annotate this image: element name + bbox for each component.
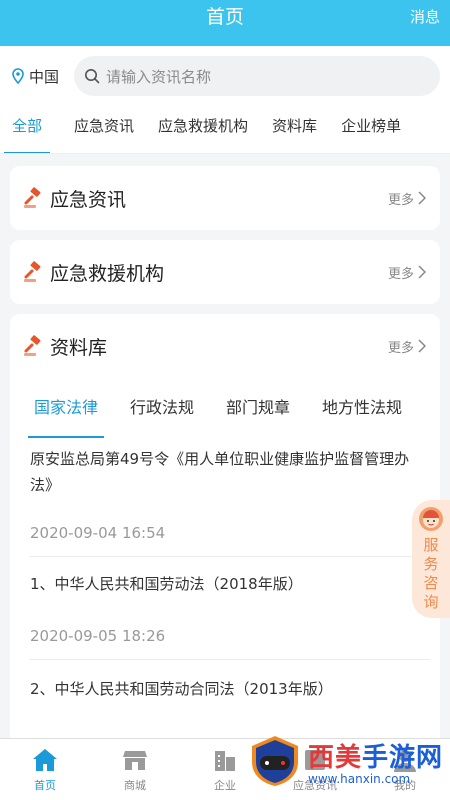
news-title: 2、中华人民共和国劳动合同法（2013年版） <box>30 680 333 698</box>
list-item[interactable]: 1、中华人民共和国劳动法（2018年版） 2020-09-05 18:26 <box>10 557 440 659</box>
location-pin-icon <box>12 68 24 84</box>
section-title: 资料库 <box>50 336 108 359</box>
chevron-right-icon <box>418 265 426 279</box>
more-link[interactable]: 更多 <box>388 337 426 356</box>
search-placeholder: 请输入资讯名称 <box>106 67 212 86</box>
section-rescue-agencies: 应急救援机构 更多 <box>10 240 440 304</box>
list-item[interactable]: 2、中华人民共和国劳动合同法（2013年版） <box>10 660 440 702</box>
section-title: 应急救援机构 <box>50 262 165 285</box>
gamepad-shield-logo-icon <box>252 736 298 786</box>
tab-all[interactable]: 全部 <box>0 106 54 153</box>
list-item[interactable]: 原安监总局第49号令《用人单位职业健康监护监督管理办法》 2020-09-04 … <box>10 438 440 556</box>
subtab-department-rules[interactable]: 部门规章 <box>210 378 306 438</box>
chevron-right-icon <box>418 191 426 205</box>
news-date: 2020-09-05 18:26 <box>30 627 166 645</box>
building-icon <box>215 750 235 771</box>
location-selector[interactable]: 中国 <box>12 66 74 87</box>
news-title: 原安监总局第49号令《用人单位职业健康监护监督管理办法》 <box>30 450 410 494</box>
page-title: 首页 <box>205 6 244 28</box>
more-link[interactable]: 更多 <box>388 189 426 208</box>
message-button[interactable]: 消息 <box>410 0 440 34</box>
news-title: 1、中华人民共和国劳动法（2018年版） <box>30 575 303 593</box>
gavel-icon <box>24 261 41 282</box>
search-icon <box>85 69 100 84</box>
tab-rescue-agencies[interactable]: 应急救援机构 <box>146 106 260 153</box>
search-row: 中国 请输入资讯名称 <box>0 46 450 106</box>
watermark-url: www.hanxin.com <box>308 771 411 786</box>
store-icon <box>123 750 147 770</box>
nav-home[interactable]: 首页 <box>0 739 90 800</box>
tab-company-ranking[interactable]: 企业榜单 <box>329 106 413 153</box>
customer-service-avatar-icon <box>419 507 443 531</box>
library-subtabs: 国家法律 行政法规 部门规章 地方性法规 <box>10 378 440 438</box>
watermark-text: 西美手游网 <box>308 742 444 773</box>
subtab-admin-regulations[interactable]: 行政法规 <box>114 378 210 438</box>
section-emergency-news: 应急资讯 更多 <box>10 166 440 230</box>
service-consult-label: 服务咨询 <box>423 536 439 611</box>
subtab-local-regulations[interactable]: 地方性法规 <box>306 378 418 438</box>
watermark: 西美手游网 www.hanxin.com <box>248 728 444 794</box>
more-link[interactable]: 更多 <box>388 263 426 282</box>
subtab-national-law[interactable]: 国家法律 <box>18 378 114 438</box>
search-input[interactable]: 请输入资讯名称 <box>74 56 440 96</box>
gavel-icon <box>24 335 41 356</box>
chevron-right-icon <box>418 339 426 353</box>
section-title: 应急资讯 <box>50 188 127 211</box>
tab-emergency-news[interactable]: 应急资讯 <box>62 106 146 153</box>
location-label: 中国 <box>29 67 60 86</box>
service-consult-button[interactable]: 服务咨询 <box>412 500 450 618</box>
nav-mall[interactable]: 商城 <box>90 739 180 800</box>
app-header: 首页 消息 <box>0 0 450 46</box>
category-tabs: 全部 应急资讯 应急救援机构 资料库 企业榜单 <box>0 106 450 154</box>
home-icon <box>33 748 57 771</box>
gavel-icon <box>24 187 41 208</box>
section-library: 资料库 更多 国家法律 行政法规 部门规章 地方性法规 原安监总局第49号令《用… <box>10 314 440 754</box>
news-date: 2020-09-04 16:54 <box>30 524 166 542</box>
tab-library[interactable]: 资料库 <box>260 106 329 153</box>
